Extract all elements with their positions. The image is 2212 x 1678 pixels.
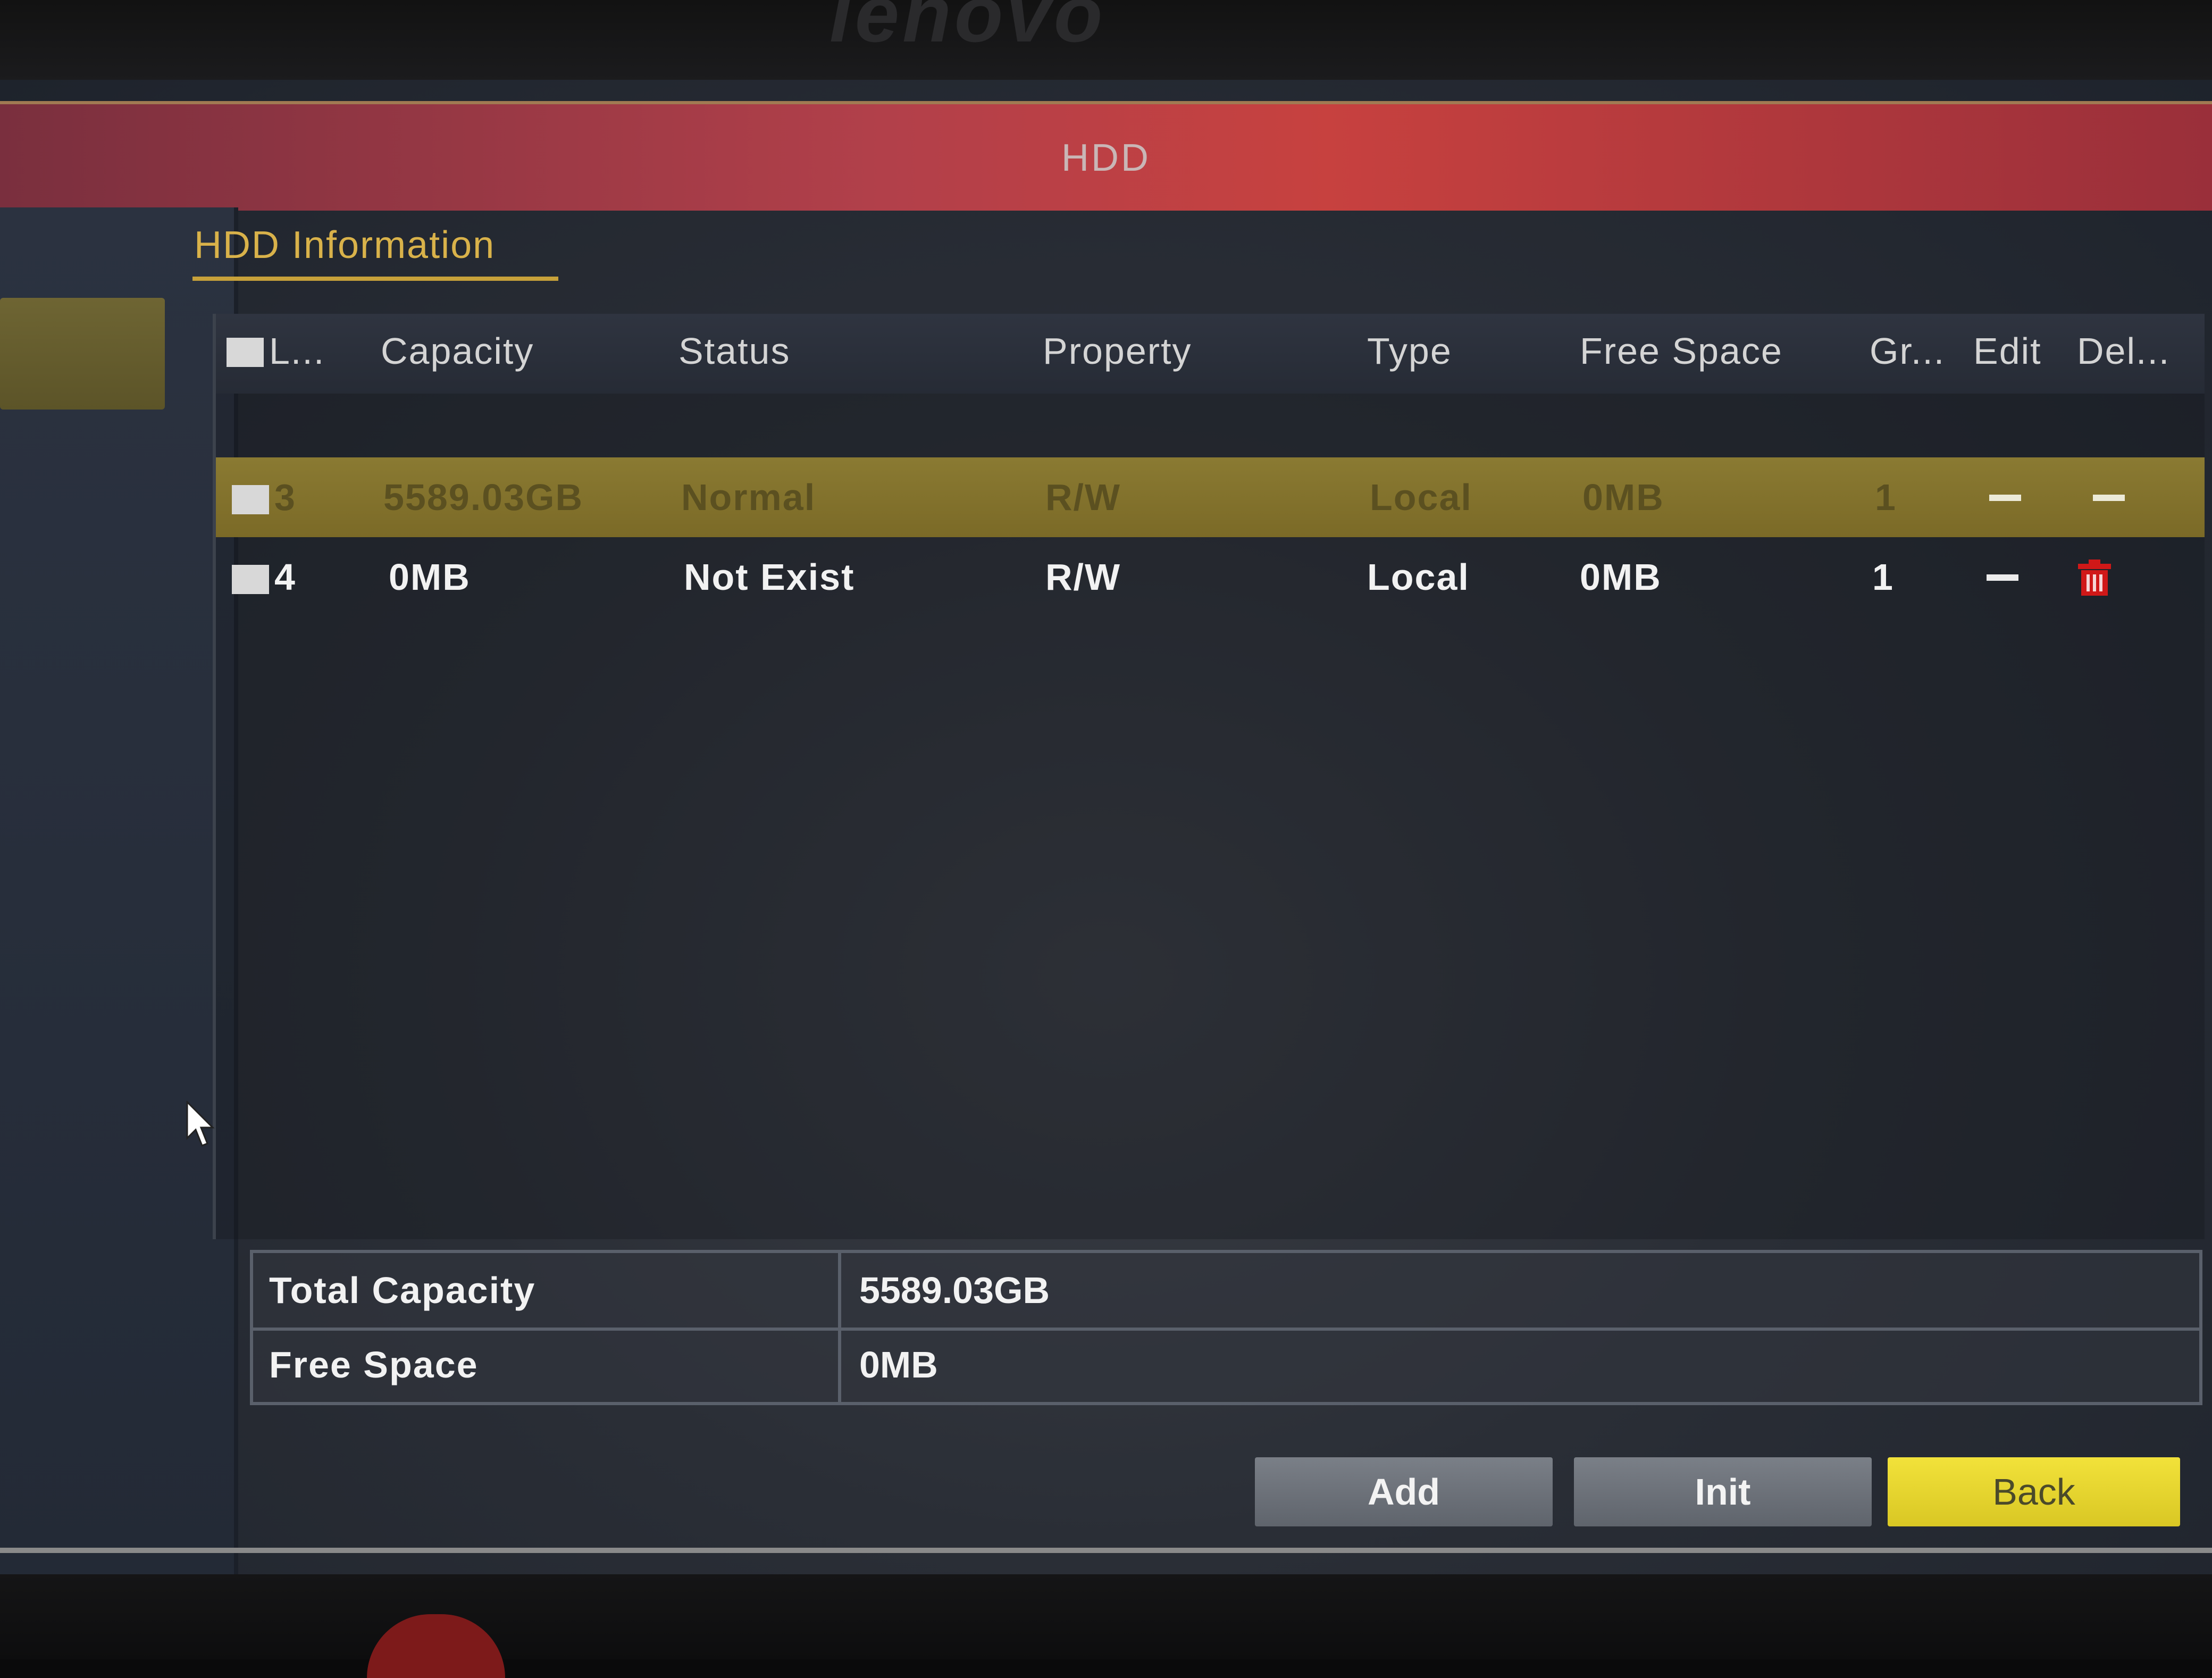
total-capacity-value: 5589.03GB [859,1270,1050,1311]
row-checkbox[interactable] [232,485,269,514]
cell-status: Not Exist [684,556,855,598]
monitor-bezel-top: lenovo [0,0,2212,80]
cell-group: 1 [1875,477,1897,518]
window-title: HDD [1061,137,1151,179]
col-type[interactable]: Type [1367,330,1452,372]
dvr-screen: HDD ew HDD Information L... Capacity Sta… [0,80,2212,1574]
screen-bottom-edge [0,1548,2212,1553]
col-edit[interactable]: Edit [1973,330,2042,372]
cell-capacity: 5589.03GB [383,477,584,518]
summary-row-total: Total Capacity 5589.03GB [253,1253,2199,1331]
sidebar: ew [0,207,238,1574]
table-row[interactable]: 4 0MB Not Exist R/W Local 0MB 1 [216,537,2205,617]
monitor-brand-logo: lenovo [830,0,1106,59]
col-label[interactable]: L... [269,330,325,372]
summary-panel: Total Capacity 5589.03GB Free Space 0MB [250,1250,2202,1405]
cell-label: 4 [274,556,296,598]
edit-disabled-icon[interactable] [1987,574,2018,581]
free-space-label: Free Space [253,1328,841,1402]
table-header: L... Capacity Status Property Type Free … [216,314,2205,394]
title-bar: HDD [0,101,2212,211]
tab-hdd-information[interactable]: HDD Information [194,223,495,267]
cell-capacity: 0MB [389,556,471,598]
col-property[interactable]: Property [1043,330,1192,372]
add-button[interactable]: Add [1255,1457,1553,1526]
row-checkbox[interactable] [232,565,269,594]
hdd-table: L... Capacity Status Property Type Free … [213,314,2205,1239]
trash-icon[interactable] [2077,560,2112,597]
mouse-cursor-icon [186,1101,215,1147]
init-button[interactable]: Init [1574,1457,1872,1526]
summary-row-free: Free Space 0MB [253,1328,2199,1402]
col-group[interactable]: Gr... [1870,330,1945,372]
cell-label: 3 [274,477,296,518]
select-all-checkbox[interactable] [227,338,264,367]
tab-underline [192,277,558,281]
monitor-bezel-bottom [0,1574,2212,1678]
sidebar-item-hdd[interactable] [0,298,165,410]
cell-group: 1 [1872,556,1894,598]
edit-disabled-icon[interactable] [1989,495,2021,501]
free-space-value: 0MB [859,1344,938,1385]
col-delete[interactable]: Del... [2077,330,2170,372]
col-free-space[interactable]: Free Space [1580,330,1783,372]
cell-property: R/W [1045,556,1121,598]
delete-disabled-icon[interactable] [2093,495,2125,501]
cell-property: R/W [1045,477,1121,518]
back-button[interactable]: Back [1888,1457,2180,1526]
cell-free-space: 0MB [1580,556,1662,598]
table-row[interactable]: 3 5589.03GB Normal R/W Local 0MB 1 [216,457,2205,537]
col-status[interactable]: Status [678,330,790,372]
cell-type: Local [1367,556,1470,598]
cell-type: Local [1370,477,1472,518]
col-capacity[interactable]: Capacity [381,330,534,372]
cell-free-space: 0MB [1582,477,1664,518]
red-sticker [367,1614,505,1678]
total-capacity-label: Total Capacity [253,1253,841,1328]
cell-status: Normal [681,477,816,518]
